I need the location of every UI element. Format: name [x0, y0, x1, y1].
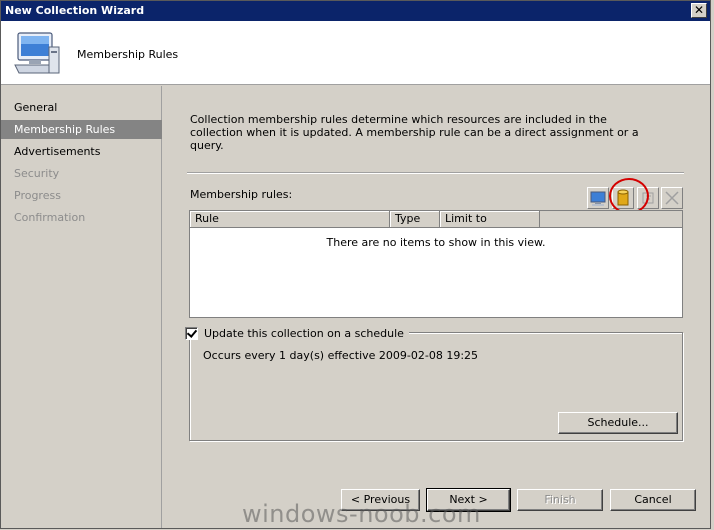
schedule-summary: Occurs every 1 day(s) effective 2009-02-…	[203, 349, 479, 362]
delete-button[interactable]	[661, 187, 683, 209]
close-button[interactable]: ✕	[691, 3, 707, 18]
cancel-button[interactable]: Cancel	[610, 489, 696, 511]
divider	[187, 172, 684, 174]
delete-icon	[665, 191, 679, 205]
computer-icon	[14, 32, 60, 74]
nav-item-advertisements[interactable]: Advertisements	[1, 142, 162, 161]
computer-icon	[590, 191, 606, 206]
membership-rules-list[interactable]: Rule Type Limit to There are no items to…	[189, 210, 683, 318]
wizard-header: Membership Rules	[1, 21, 710, 85]
column-header-rule[interactable]: Rule	[190, 211, 390, 227]
schedule-checkbox-label[interactable]: Update this collection on a schedule	[204, 327, 404, 340]
title-bar: New Collection Wizard ✕	[1, 1, 710, 21]
new-direct-rule-button[interactable]	[587, 187, 609, 209]
empty-list-message: There are no items to show in this view.	[326, 236, 546, 249]
wizard-nav: General Membership Rules Advertisements …	[1, 86, 162, 528]
watermark-text: windows-noob.com	[242, 500, 481, 528]
column-header-limit-to[interactable]: Limit to	[440, 211, 540, 227]
description-text: Collection membership rules determine wh…	[190, 113, 639, 152]
schedule-button[interactable]: Schedule...	[558, 412, 678, 434]
nav-item-security: Security	[14, 167, 60, 180]
schedule-checkbox[interactable]	[185, 326, 198, 340]
list-header: Rule Type Limit to	[190, 211, 682, 228]
nav-item-progress: Progress	[14, 189, 61, 202]
window-title: New Collection Wizard	[5, 4, 145, 17]
membership-rules-label: Membership rules:	[190, 188, 293, 201]
nav-item-confirmation: Confirmation	[14, 211, 86, 224]
close-icon: ✕	[693, 3, 705, 17]
column-header-type[interactable]: Type	[390, 211, 440, 227]
finish-button: Finish	[517, 489, 603, 511]
page-title: Membership Rules	[77, 48, 179, 61]
wizard-content: Collection membership rules determine wh…	[163, 86, 710, 528]
nav-item-general[interactable]: General	[1, 98, 162, 117]
highlight-circle	[609, 178, 649, 214]
schedule-checkbox-row[interactable]: Update this collection on a schedule	[185, 326, 409, 340]
wizard-window: New Collection Wizard ✕ Membership Rules…	[0, 0, 711, 529]
nav-item-membership-rules[interactable]: Membership Rules	[1, 120, 162, 139]
